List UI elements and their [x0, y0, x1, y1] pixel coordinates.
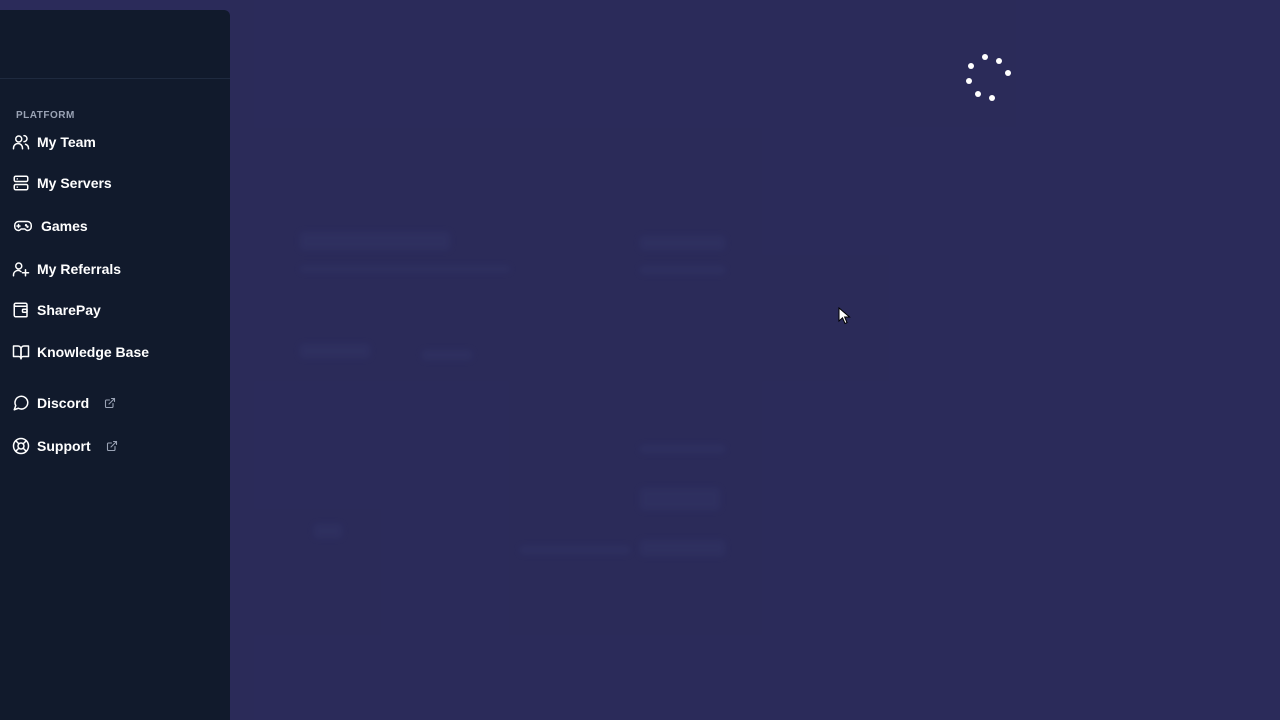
spinner-dot	[982, 54, 988, 60]
mouse-cursor-icon	[838, 306, 852, 325]
loading-spinner-icon	[963, 52, 1015, 104]
user-plus-icon	[12, 260, 30, 278]
chat-bubble-icon	[12, 394, 30, 412]
loading-overlay	[230, 0, 1280, 720]
book-icon	[12, 343, 30, 361]
sidebar-item-games[interactable]: Games	[12, 214, 88, 238]
sidebar-item-discord[interactable]: Discord	[12, 391, 116, 415]
sidebar-item-my-servers[interactable]: My Servers	[12, 171, 112, 195]
spinner-dot	[996, 58, 1002, 64]
spinner-dot	[975, 91, 981, 97]
lifebuoy-icon	[12, 437, 30, 455]
sidebar-item-sharepay[interactable]: SharePay	[12, 298, 101, 322]
external-link-icon	[106, 440, 118, 452]
users-icon	[12, 133, 30, 151]
sidebar-item-label: Support	[37, 438, 91, 454]
spinner-dot	[966, 78, 972, 84]
spinner-dot	[989, 95, 995, 101]
sidebar-item-label: Knowledge Base	[37, 344, 150, 360]
sidebar-item-my-referrals[interactable]: My Referrals	[12, 257, 121, 281]
sidebar-item-support[interactable]: Support	[12, 434, 118, 458]
section-label-platform: PLATFORM	[16, 110, 75, 121]
sidebar-item-label: Games	[41, 218, 88, 234]
sidebar-item-my-team[interactable]: My Team	[12, 130, 96, 154]
external-link-icon	[104, 397, 116, 409]
sidebar-item-label: SharePay	[37, 302, 101, 318]
sidebar-item-label: My Servers	[37, 175, 112, 191]
sidebar-item-label: My Referrals	[37, 261, 122, 277]
spinner-dot	[1005, 70, 1011, 76]
gamepad-icon	[12, 217, 34, 235]
sidebar-item-knowledge-base[interactable]: Knowledge Base	[12, 340, 149, 364]
sidebar-item-label: Discord	[37, 395, 90, 411]
sidebar-item-label: My Team	[37, 134, 96, 150]
sidebar-header	[0, 10, 230, 79]
wallet-icon	[12, 301, 30, 319]
server-icon	[12, 174, 30, 192]
sidebar: PLATFORM My Team My Servers Games My Ref…	[0, 10, 230, 720]
app-window: PLATFORM My Team My Servers Games My Ref…	[0, 0, 1280, 720]
spinner-dot	[968, 63, 974, 69]
main-content	[230, 0, 1280, 720]
